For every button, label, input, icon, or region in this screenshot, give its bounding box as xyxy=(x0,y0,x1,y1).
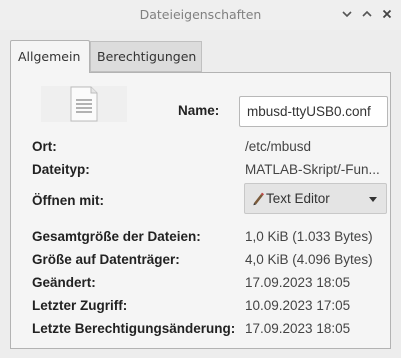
maximize-button[interactable] xyxy=(360,6,374,22)
location-label: Ort: xyxy=(32,139,57,154)
perm-changed-label: Letzte Berechtigungsänderung: xyxy=(32,321,236,336)
location-value: /etc/mbusd xyxy=(245,139,312,154)
modified-label: Geändert: xyxy=(32,275,96,290)
tab-allgemein[interactable]: Allgemein xyxy=(10,40,90,73)
accessed-label: Letzter Zugriff: xyxy=(32,298,128,313)
total-size-value: 1,0 KiB (1.033 Bytes) xyxy=(245,229,373,244)
perm-changed-value: 17.09.2023 18:05 xyxy=(245,321,351,336)
pencil-icon xyxy=(253,192,264,206)
filetype-value: MATLAB-Skript/-Fun... xyxy=(245,162,380,177)
minimize-button[interactable] xyxy=(340,6,354,22)
accessed-value: 10.09.2023 17:05 xyxy=(245,298,351,313)
general-panel: Name: mbusd-ttyUSB0.conf Ort: /etc/mbusd… xyxy=(10,72,391,349)
disk-size-label: Größe auf Datenträger: xyxy=(32,252,180,267)
filetype-label: Dateityp: xyxy=(32,162,90,177)
name-label: Name: xyxy=(178,103,220,118)
close-button[interactable] xyxy=(380,6,394,22)
tab-berechtigungen[interactable]: Berechtigungen xyxy=(90,41,202,72)
open-with-label: Öffnen mit: xyxy=(32,193,104,208)
title-bar[interactable]: Dateieigenschaften xyxy=(0,0,401,30)
chevron-down-icon xyxy=(342,11,352,18)
name-field[interactable]: mbusd-ttyUSB0.conf xyxy=(239,96,388,127)
open-with-value: Text Editor xyxy=(266,191,330,206)
text-document-icon xyxy=(41,86,127,122)
chevron-down-icon xyxy=(369,197,377,202)
disk-size-value: 4,0 KiB (4.096 Bytes) xyxy=(245,252,373,267)
total-size-label: Gesamtgröße der Dateien: xyxy=(32,229,201,244)
close-icon xyxy=(382,9,392,19)
open-with-dropdown[interactable]: Text Editor xyxy=(244,183,387,214)
chevron-up-icon xyxy=(362,10,372,17)
modified-value: 17.09.2023 18:05 xyxy=(245,275,351,290)
